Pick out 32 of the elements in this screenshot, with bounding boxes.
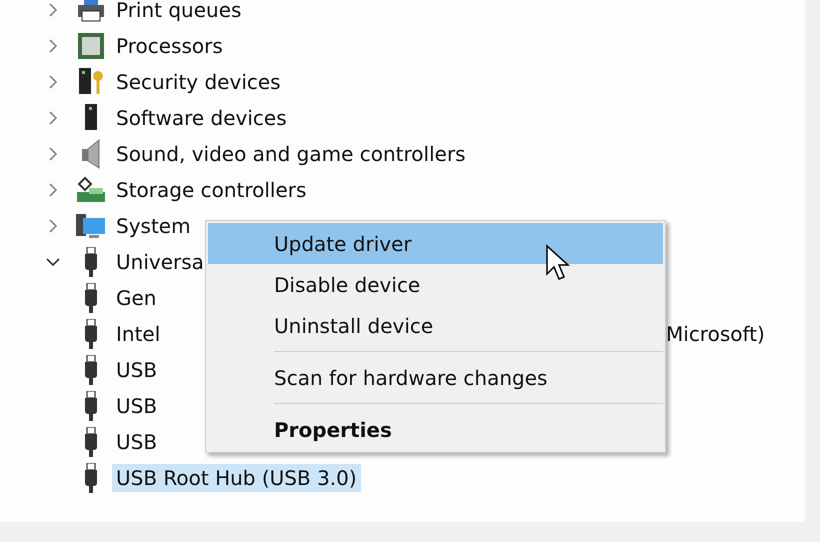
usb-plug-icon (84, 247, 98, 277)
tree-item[interactable]: Security devices (112, 68, 285, 96)
tree-item[interactable]: Universa (112, 248, 208, 276)
tree-item[interactable]: USB (112, 428, 162, 456)
menu-item[interactable]: Scan for hardware changes (208, 357, 663, 398)
menu-item[interactable]: Uninstall device (208, 305, 663, 346)
tree-item[interactable]: USB (112, 392, 162, 420)
tree-item[interactable]: USB Root Hub (USB 3.0) (112, 464, 361, 492)
menu-item[interactable]: Disable device (208, 264, 663, 305)
computer-icon (75, 212, 107, 240)
tree-item[interactable]: Print queues (112, 0, 246, 24)
menu-item[interactable]: Properties (208, 409, 663, 450)
storage-icon (75, 176, 107, 204)
chip-icon (77, 32, 105, 60)
tree-item[interactable]: Intel (112, 320, 164, 348)
usb-plug-icon (84, 355, 98, 385)
usb-plug-icon (84, 319, 98, 349)
tree-item[interactable]: Software devices (112, 104, 291, 132)
menu-item[interactable]: Update driver (208, 223, 663, 264)
usb-plug-icon (84, 427, 98, 457)
tree-item[interactable]: Storage controllers (112, 176, 310, 204)
tree-item[interactable]: Processors (112, 32, 227, 60)
usb-plug-icon (84, 391, 98, 421)
tower-icon (83, 104, 99, 132)
tree-item[interactable]: System (112, 212, 195, 240)
usb-plug-icon (84, 283, 98, 313)
usb-plug-icon (84, 463, 98, 493)
tower-key-icon (76, 68, 106, 96)
tree-item[interactable]: Gen (112, 284, 160, 312)
tree-item[interactable]: Sound, video and game controllers (112, 140, 470, 168)
tree-item-text: Microsoft) (666, 322, 765, 346)
tree-item[interactable]: USB (112, 356, 162, 384)
